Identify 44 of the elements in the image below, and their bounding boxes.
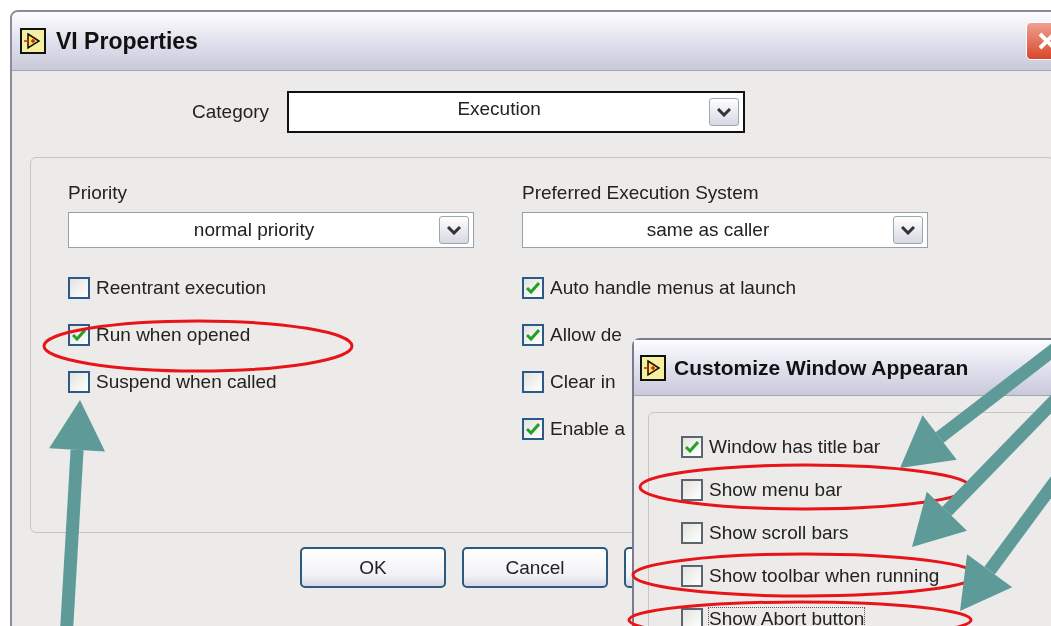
checkbox-label: Allow de (550, 324, 622, 346)
vi-icon (20, 28, 46, 54)
check-icon (526, 423, 540, 435)
checkbox[interactable] (68, 371, 90, 393)
checkbox[interactable] (68, 277, 90, 299)
checkbox-label: Show scroll bars (708, 521, 850, 545)
checkbox-label: Suspend when called (96, 371, 277, 393)
vi-icon (640, 354, 666, 381)
check-icon (526, 329, 540, 341)
checkbox-label: Enable a (550, 418, 625, 440)
category-dropdown[interactable]: Execution (287, 91, 746, 133)
dialog-title: Customize Window Appearan (674, 355, 969, 380)
checkbox[interactable] (522, 277, 544, 299)
checkbox[interactable] (522, 418, 544, 440)
caret-icon (717, 107, 732, 117)
category-label: Category (192, 101, 270, 123)
dropdown[interactable]: normal priority (68, 212, 474, 248)
checkbox-label: Reentrant execution (96, 277, 267, 299)
field-label: Preferred Execution System (522, 182, 760, 204)
checkbox-label: Show Abort button (708, 607, 866, 626)
checkbox-label: Clear in (550, 371, 616, 393)
checkbox[interactable] (681, 479, 703, 501)
ok-button[interactable]: OK (300, 547, 446, 588)
window-title: VI Properties (56, 27, 198, 55)
checkbox[interactable] (681, 436, 703, 458)
dropdown[interactable]: same as caller (522, 212, 928, 248)
checkbox-label: Show toolbar when running (708, 564, 941, 588)
checkbox-label: Auto handle menus at launch (550, 277, 797, 299)
caret-icon (901, 225, 915, 235)
checkbox[interactable] (681, 608, 703, 626)
checkbox[interactable] (522, 371, 544, 393)
close-icon (1037, 31, 1051, 51)
check-icon (526, 282, 540, 294)
checkbox-label: Show menu bar (708, 478, 844, 502)
checkbox[interactable] (681, 522, 703, 544)
check-icon (685, 441, 699, 453)
checkbox[interactable] (681, 565, 703, 587)
cancel-button[interactable]: Cancel (462, 547, 608, 588)
checkbox[interactable] (522, 324, 544, 346)
field-label: Priority (68, 182, 129, 204)
checkbox-label: Window has title bar (708, 435, 882, 459)
checkbox-label: Run when opened (96, 324, 251, 346)
caret-icon (447, 225, 461, 235)
check-icon (72, 329, 86, 341)
